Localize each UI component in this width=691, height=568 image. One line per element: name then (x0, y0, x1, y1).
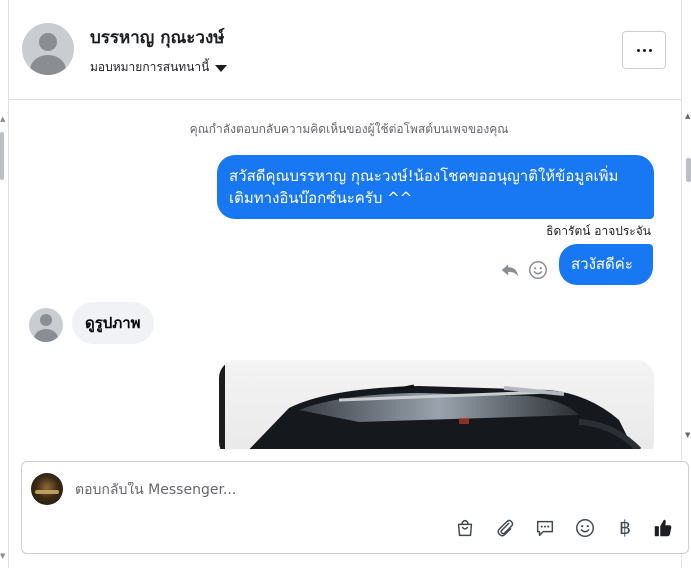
assign-conversation-dropdown[interactable]: มอบหมายการสนทนานี้ (90, 58, 228, 77)
outgoing-message[interactable]: สวัสดีคุณบรรหาญ กุณะวงษ์!น้องโชคขออนุญาต… (217, 155, 654, 219)
saved-replies-button[interactable] (532, 515, 558, 541)
reply-composer: ฿ (21, 461, 689, 554)
contact-avatar-small[interactable] (29, 308, 63, 342)
sender-name: ธิดารัตน์ อาจประจัน (546, 224, 651, 238)
scroll-up-arrow-icon[interactable]: ▲ (0, 116, 6, 123)
attach-file-button[interactable] (492, 515, 518, 541)
shopping-bag-button[interactable] (452, 515, 478, 541)
thumbs-up-icon (654, 519, 672, 537)
contact-name[interactable]: บรรหาญ กุณะวงษ์ (90, 24, 224, 51)
car-photo-attachment[interactable] (219, 360, 654, 449)
more-dot (642, 48, 646, 52)
composer-toolbar: ฿ (452, 515, 682, 543)
outgoing-message[interactable]: สวงัสดีค่ะ (559, 244, 653, 285)
shopping-bag-icon (457, 519, 473, 537)
emoji-button[interactable] (572, 515, 598, 541)
thread-scrollbar-thumb[interactable] (686, 158, 691, 182)
message-actions (499, 259, 549, 281)
baht-icon: ฿ (618, 517, 632, 539)
reply-input[interactable] (75, 482, 635, 498)
reply-icon[interactable] (499, 259, 521, 281)
thread-scroll-down-icon[interactable]: ▼ (685, 432, 691, 439)
scroll-down-arrow-icon[interactable]: ▼ (0, 553, 6, 560)
emoji-icon (576, 519, 594, 537)
reply-context-note: คุณกำลังตอบกลับความคิดเห็นของผู้ใช้ต่อโพ… (189, 122, 509, 136)
more-options-button[interactable] (622, 31, 666, 69)
car-photo (219, 360, 654, 449)
contact-avatar[interactable] (22, 23, 74, 75)
left-scrollbar-thumb[interactable] (0, 132, 4, 180)
page-avatar (31, 473, 63, 505)
chat-bubble-icon (536, 520, 554, 537)
thumbs-up-button[interactable] (650, 515, 676, 541)
paperclip-icon (497, 519, 514, 537)
more-dot (648, 48, 652, 52)
assign-label: มอบหมายการสนทนานี้ (90, 60, 210, 74)
thread-scroll-up-icon[interactable]: ▲ (685, 113, 691, 120)
incoming-message[interactable]: ดูรูปภาพ (72, 302, 154, 344)
payment-button[interactable]: ฿ (612, 515, 638, 541)
message-thread[interactable]: คุณกำลังตอบกลับความคิดเห็นของผู้ใช้ต่อโพ… (9, 101, 681, 449)
more-horizontal-icon (636, 48, 640, 52)
caret-down-icon (215, 65, 228, 72)
conversation-header: บรรหาญ กุณะวงษ์ มอบหมายการสนทนานี้ (9, 0, 681, 100)
smile-icon[interactable] (527, 259, 549, 281)
